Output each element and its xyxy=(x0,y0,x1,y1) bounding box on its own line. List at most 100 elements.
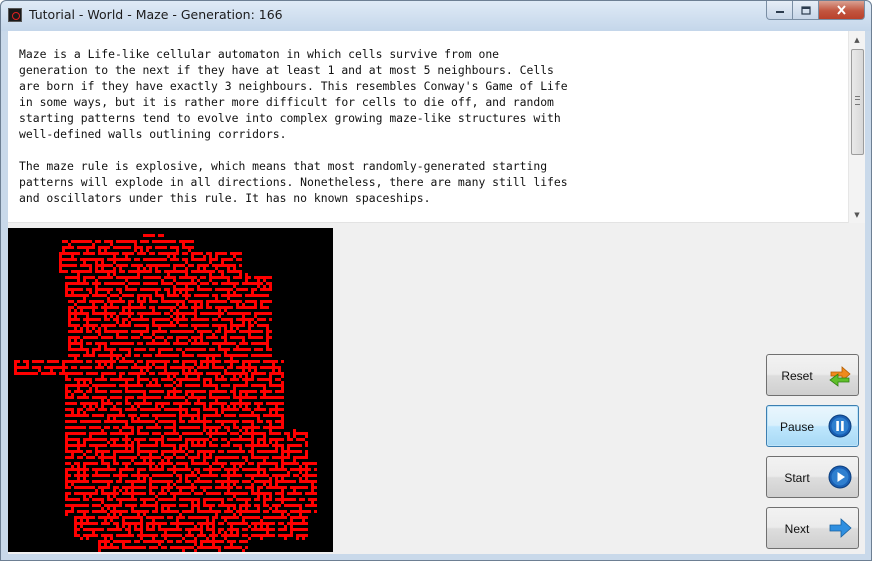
scroll-thumb[interactable] xyxy=(851,49,864,155)
maze-wall-segment xyxy=(107,291,110,294)
maze-wall-segment xyxy=(200,360,221,363)
maze-wall-segment xyxy=(80,366,92,369)
maze-wall-segment xyxy=(119,489,122,492)
maze-wall-segment xyxy=(125,354,131,357)
maze-wall-segment xyxy=(278,528,287,531)
maze-world-canvas[interactable] xyxy=(8,228,333,552)
maze-wall-segment xyxy=(185,438,209,441)
maze-wall-segment xyxy=(197,288,212,291)
maze-wall-segment xyxy=(59,255,62,258)
maze-wall-segment xyxy=(176,540,182,543)
maze-wall-segment xyxy=(233,276,242,279)
maze-wall-segment xyxy=(140,519,143,522)
maze-wall-segment xyxy=(107,507,110,510)
maze-wall-segment xyxy=(59,267,62,270)
maze-wall-segment xyxy=(299,513,302,516)
maze-wall-segment xyxy=(236,258,242,261)
maze-wall-segment xyxy=(266,420,272,423)
maze-wall-segment xyxy=(95,264,113,267)
maze-wall-segment xyxy=(68,339,71,342)
maze-wall-segment xyxy=(221,411,224,414)
maze-wall-segment xyxy=(155,270,161,273)
maze-wall-segment xyxy=(170,246,179,249)
reset-button[interactable]: Reset xyxy=(766,354,859,396)
maze-wall-segment xyxy=(134,402,152,405)
maze-wall-segment xyxy=(173,264,185,267)
maze-wall-segment xyxy=(167,468,191,471)
maze-wall-segment xyxy=(158,462,173,465)
maze-wall-segment xyxy=(224,492,248,495)
maze-wall-segment xyxy=(68,312,89,315)
title-bar[interactable]: Tutorial - World - Maze - Generation: 16… xyxy=(1,1,871,31)
maze-wall-segment xyxy=(104,309,107,312)
maze-wall-segment xyxy=(269,441,272,444)
vertical-scrollbar[interactable]: ▲ ▼ xyxy=(848,31,865,223)
maze-wall-segment xyxy=(203,381,206,384)
maze-wall-segment xyxy=(65,504,89,507)
maze-wall-segment xyxy=(155,291,158,294)
maze-wall-segment xyxy=(185,411,188,414)
scroll-down-arrow[interactable]: ▼ xyxy=(849,206,865,223)
maze-wall-segment xyxy=(224,327,227,330)
maze-wall-segment xyxy=(287,492,302,495)
maze-wall-segment xyxy=(215,306,233,309)
maze-wall-segment xyxy=(80,537,83,540)
maze-wall-segment xyxy=(65,468,89,471)
tutorial-textbox[interactable]: Maze is a Life-like cellular automaton i… xyxy=(8,31,865,223)
maze-wall-segment xyxy=(194,468,200,471)
minimize-button[interactable] xyxy=(766,1,793,20)
maze-wall-segment xyxy=(197,267,200,270)
maze-wall-segment xyxy=(149,465,152,468)
maze-wall-segment xyxy=(218,522,224,525)
maze-wall-segment xyxy=(233,495,236,498)
scroll-up-arrow[interactable]: ▲ xyxy=(849,31,865,48)
maze-wall-segment xyxy=(224,369,227,372)
maze-wall-segment xyxy=(98,333,101,336)
maze-wall-segment xyxy=(218,450,224,453)
maze-wall-segment xyxy=(143,393,146,396)
maze-wall-segment xyxy=(116,480,122,483)
maze-wall-segment xyxy=(179,276,197,279)
maze-wall-segment xyxy=(92,303,95,306)
maze-wall-segment xyxy=(74,339,77,342)
maze-wall-segment xyxy=(110,444,134,447)
maze-wall-segment xyxy=(131,507,134,510)
maze-wall-segment xyxy=(89,387,92,390)
maze-wall-segment xyxy=(245,444,269,447)
start-button[interactable]: Start xyxy=(766,456,859,498)
maze-wall-segment xyxy=(95,285,98,288)
maze-wall-segment xyxy=(173,285,176,288)
maze-wall-segment xyxy=(167,393,170,396)
maze-wall-segment xyxy=(224,510,233,513)
maze-wall-segment xyxy=(92,327,95,330)
maze-wall-segment xyxy=(224,360,239,363)
maze-wall-segment xyxy=(113,318,119,321)
maze-wall-segment xyxy=(209,429,212,432)
maze-wall-segment xyxy=(227,522,248,525)
maze-wall-segment xyxy=(107,297,110,300)
maze-wall-segment xyxy=(83,261,86,264)
maze-wall-segment xyxy=(221,261,224,264)
maze-wall-segment xyxy=(293,429,296,432)
close-button[interactable] xyxy=(819,1,865,20)
maze-wall-segment xyxy=(83,528,104,531)
maze-wall-segment xyxy=(221,516,239,519)
maze-wall-segment xyxy=(107,399,110,402)
next-button[interactable]: Next xyxy=(766,507,859,549)
maze-wall-segment xyxy=(281,462,299,465)
maze-wall-segment xyxy=(254,348,263,351)
maze-wall-segment xyxy=(215,252,227,255)
maze-wall-segment xyxy=(137,267,140,270)
maze-wall-segment xyxy=(98,486,110,489)
maze-wall-segment xyxy=(143,258,167,261)
maze-wall-segment xyxy=(89,435,92,438)
maze-wall-segment xyxy=(275,492,284,495)
maze-wall-segment xyxy=(242,480,251,483)
maze-wall-segment xyxy=(305,435,308,438)
maximize-button[interactable] xyxy=(793,1,819,20)
maze-wall-segment xyxy=(236,486,242,489)
next-arrow-icon xyxy=(829,518,852,538)
app-window: Tutorial - World - Maze - Generation: 16… xyxy=(0,0,872,561)
pause-button[interactable]: Pause xyxy=(766,405,859,447)
maze-wall-segment xyxy=(206,525,209,528)
